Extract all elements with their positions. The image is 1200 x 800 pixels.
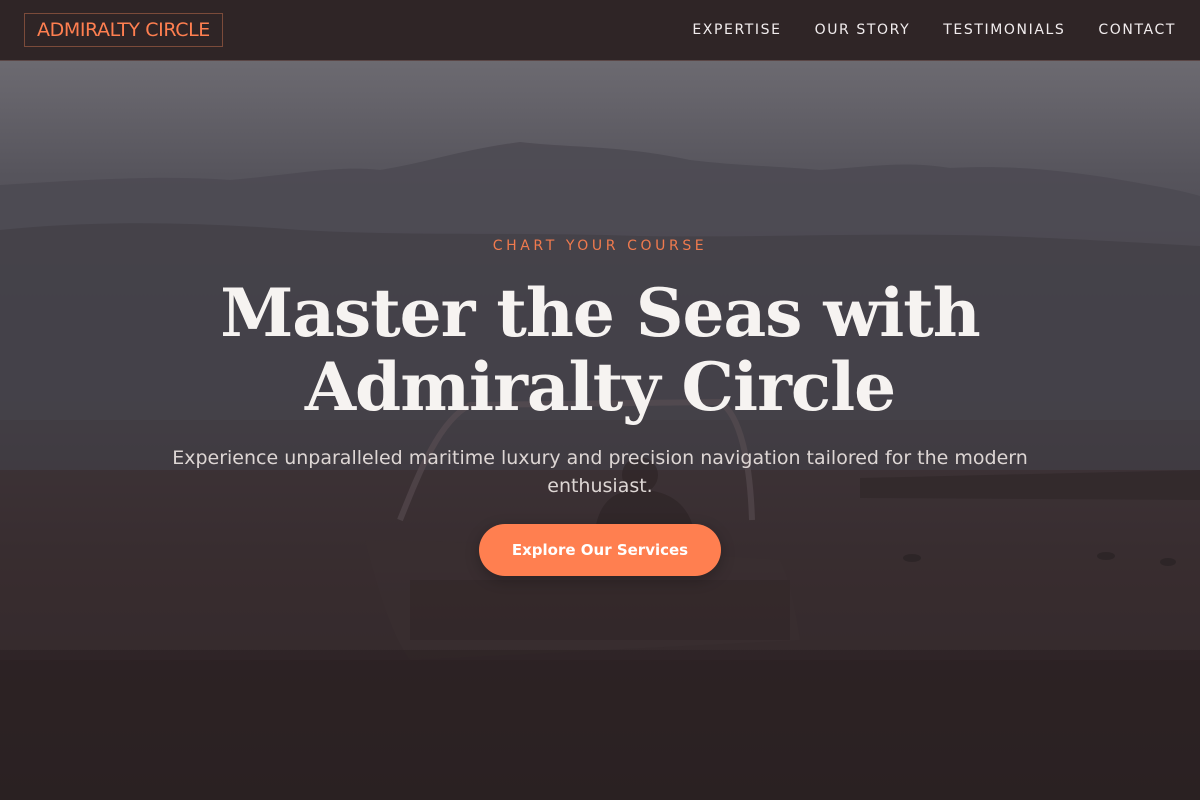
nav-link-contact[interactable]: CONTACT: [1098, 22, 1176, 38]
duck-silhouette-2: [1097, 552, 1115, 560]
hero-headline: Master the Seas with Admiralty Circle: [150, 276, 1050, 424]
hero-section: CHART YOUR COURSE Master the Seas with A…: [0, 0, 1200, 800]
hero-headline-line-2: Admiralty Circle: [304, 348, 896, 426]
hero-eyebrow: CHART YOUR COURSE: [492, 238, 708, 254]
nav-links: EXPERTISE OUR STORY TESTIMONIALS CONTACT: [692, 0, 1176, 60]
hero-headline-line-1: Master the Seas with: [220, 274, 981, 352]
nav-link-testimonials[interactable]: TESTIMONIALS: [943, 22, 1065, 38]
foreground-grass: [0, 650, 1200, 800]
duck-silhouette-1: [903, 554, 921, 562]
hero-subheadline: Experience unparalleled maritime luxury …: [172, 447, 1028, 497]
explore-services-button[interactable]: Explore Our Services: [479, 524, 721, 576]
duck-silhouette-3: [1160, 558, 1176, 566]
top-navbar: ADMIRALTY CIRCLE EXPERTISE OUR STORY TES…: [0, 0, 1200, 61]
brand-logo[interactable]: ADMIRALTY CIRCLE: [24, 13, 223, 47]
nav-link-our-story[interactable]: OUR STORY: [815, 22, 911, 38]
nav-link-expertise[interactable]: EXPERTISE: [692, 22, 781, 38]
